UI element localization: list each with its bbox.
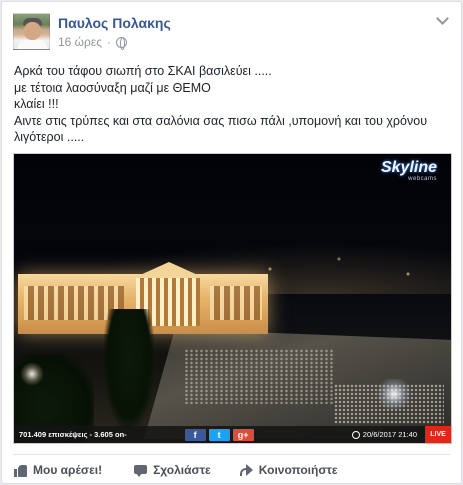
share-buttons: f t g+ [184,428,254,441]
like-button[interactable]: Μου αρέσει! [14,463,102,477]
post-text-line: λιγότεροι ..... [14,130,85,144]
post-meta: 16 ώρες · [58,35,128,50]
post-text-line: Αιντε στις τρύπες και στα σαλόνια σας πι… [14,113,428,128]
post-text-line: κλαίει !!! [14,97,59,111]
post-card: Παυλος Πολακης 16 ώρες · Αρκά του τάφου … [1,1,462,484]
live-badge: LIVE [425,426,451,443]
post-text-line: Αρκά του τάφου σιωπή στο ΣΚΑΙ βασιλεύει … [14,64,272,78]
thumbs-up-icon [14,464,27,477]
comment-icon [134,464,148,477]
middle-dot: · [107,35,112,49]
clock-icon [351,430,360,439]
google-plus-share-button[interactable]: g+ [232,428,254,441]
webcam-info-bar: 701.409 επισκέψεις - 3.605 on- f t g+ 20… [14,426,451,443]
share-arrow-icon [239,463,253,477]
date-text: 20/6/2017 21:40 [362,430,417,439]
facebook-share-button[interactable]: f [184,428,206,441]
twitter-share-button[interactable]: t [208,428,230,441]
action-bar: Μου αρέσει! Σχολιάστε Κοινοποιήστε [13,460,453,480]
post-timestamp[interactable]: 16 ώρες [58,35,102,49]
webcam-date: 20/6/2017 21:40 [351,430,417,439]
logo-brand: Skyline [380,159,437,176]
share-label: Κοινοποιήστε [258,463,338,477]
night-scene [14,154,451,443]
webcam-image[interactable]: Skyline webcams 701.409 επισκέψεις - 3.6… [13,153,452,444]
comment-label: Σχολιάστε [153,463,211,477]
logo-sub: webcams [408,176,437,182]
post-text: Αρκά του τάφου σιωπή στο ΣΚΑΙ βασιλεύει … [14,63,454,146]
avatar[interactable] [13,13,50,50]
globe-icon [116,36,128,50]
share-button[interactable]: Κοινοποιήστε [239,463,338,477]
divider [13,454,450,455]
skyline-logo: Skyline webcams [380,159,437,183]
chevron-down-icon[interactable] [436,12,449,25]
comment-button[interactable]: Σχολιάστε [134,463,211,477]
like-label: Μου αρέσει! [33,463,103,477]
views-count: 701.409 επισκέψεις - 3.605 on- [19,430,127,439]
post-text-line: με τέτοια λαοσύναξη μαζί με ΘΕΜΟ [14,80,211,95]
author-name[interactable]: Παυλος Πολακης [58,15,171,31]
